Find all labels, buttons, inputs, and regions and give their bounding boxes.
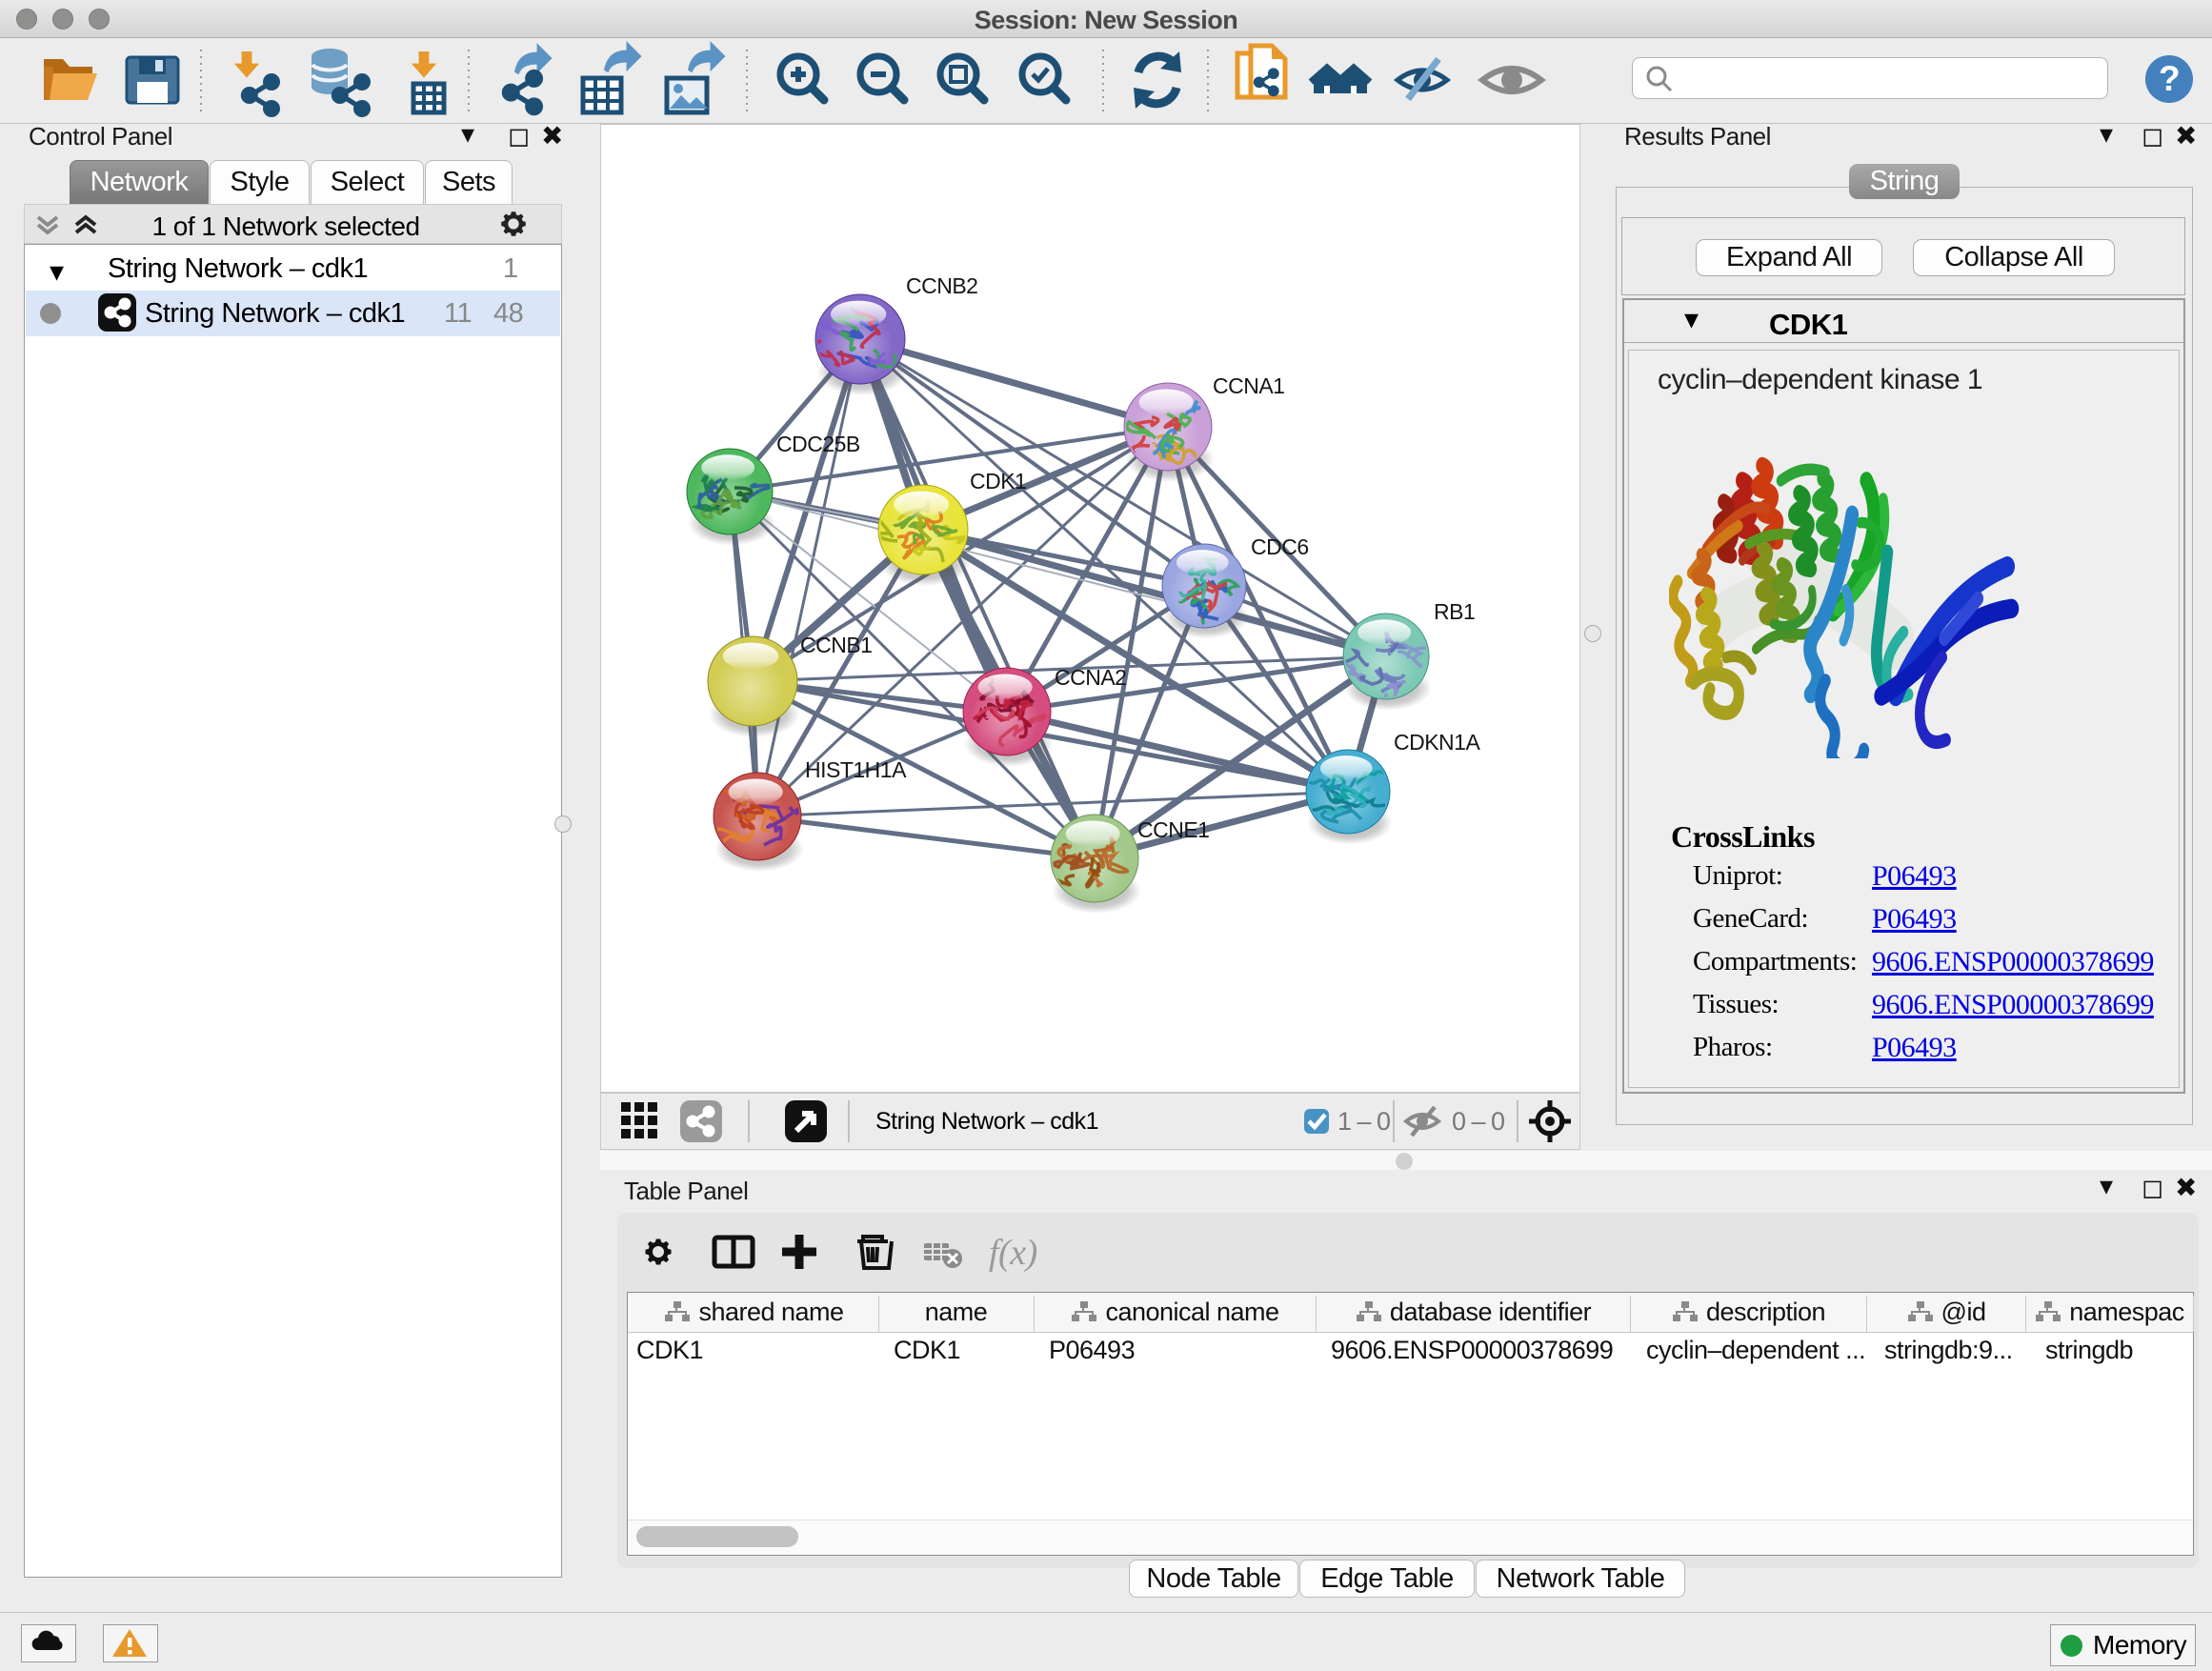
svg-text:CDK1: CDK1 [970, 469, 1026, 493]
svg-text:CDC6: CDC6 [1251, 534, 1309, 559]
svg-text:CDC25B: CDC25B [776, 432, 860, 456]
svg-text:RB1: RB1 [1434, 599, 1475, 624]
svg-text:CCNB2: CCNB2 [906, 273, 977, 298]
svg-text:HIST1H1A: HIST1H1A [805, 757, 907, 782]
svg-text:CCNA1: CCNA1 [1213, 373, 1284, 398]
svg-text:f(x): f(x) [989, 1233, 1037, 1273]
svg-text:CCNA2: CCNA2 [1055, 665, 1126, 690]
svg-text:CCNB1: CCNB1 [800, 633, 872, 657]
svg-text:CCNE1: CCNE1 [1137, 817, 1209, 842]
svg-text:CDKN1A: CDKN1A [1394, 730, 1480, 755]
